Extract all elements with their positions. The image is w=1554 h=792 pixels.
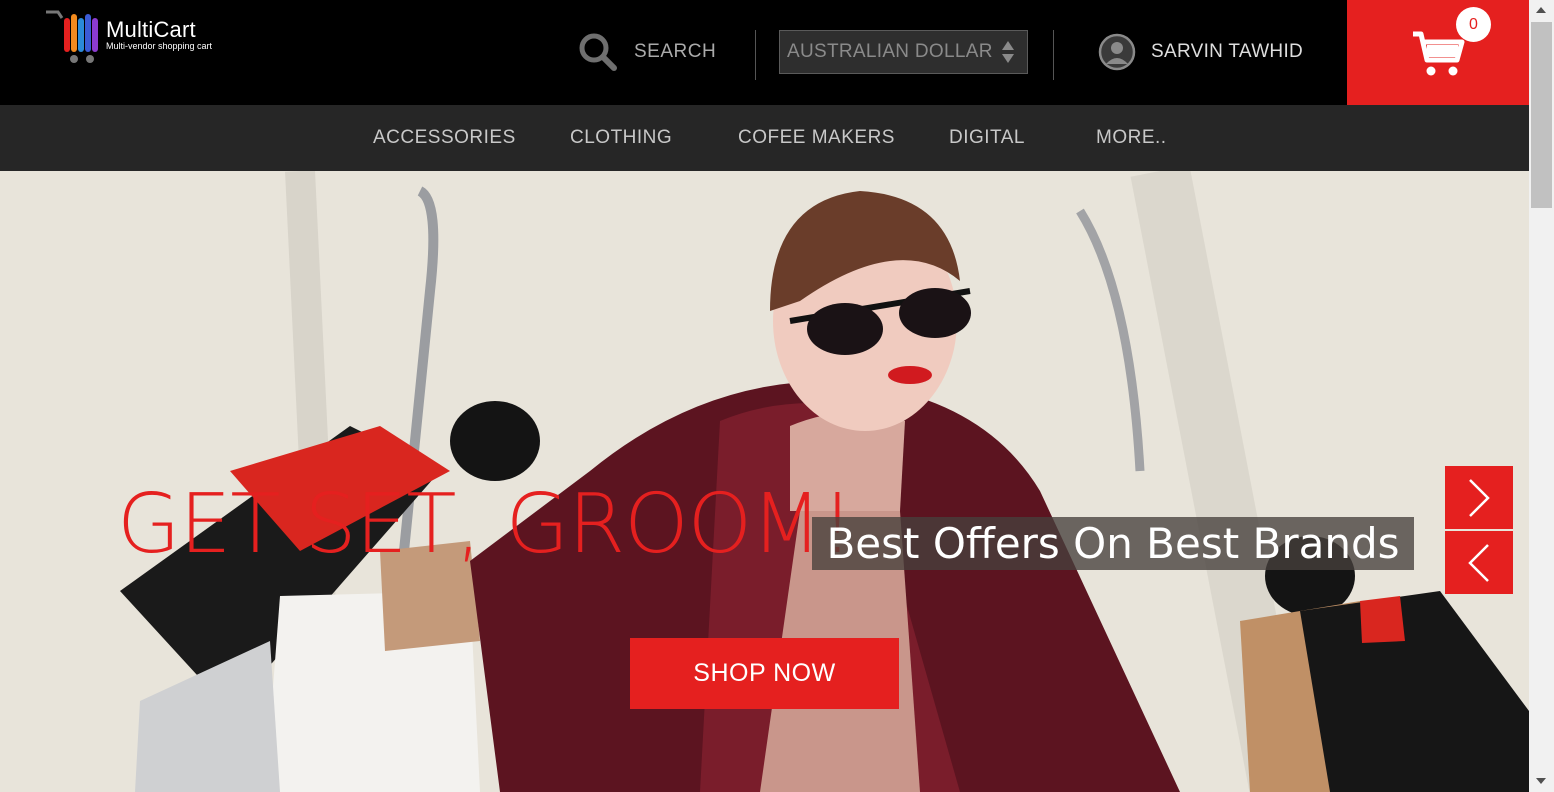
shop-now-button[interactable]: SHOP NOW [630, 638, 899, 709]
nav-item-cofee-makers[interactable]: COFEE MAKERS [738, 105, 895, 171]
top-header: MultiCart Multi-vendor shopping cart SEA… [0, 0, 1529, 105]
nav-item-clothing[interactable]: CLOTHING [570, 105, 672, 171]
logo[interactable]: MultiCart Multi-vendor shopping cart [44, 8, 224, 68]
header-divider [755, 30, 756, 80]
scroll-up-arrow-icon[interactable] [1536, 7, 1546, 13]
hero-subheadline: Best Offers On Best Brands [812, 517, 1414, 570]
category-nav: ACCESSORIES CLOTHING COFEE MAKERS DIGITA… [0, 105, 1529, 171]
chevron-right-icon [1469, 478, 1490, 517]
header-divider [1053, 30, 1054, 80]
select-arrows-icon [1002, 41, 1014, 63]
cart-button[interactable] [1347, 0, 1529, 105]
search-icon [579, 33, 617, 71]
search-button[interactable]: SEARCH [578, 30, 716, 74]
search-label: SEARCH [634, 41, 717, 62]
user-name: SARVIN TAWHID [1151, 41, 1304, 62]
logo-subtitle: Multi-vendor shopping cart [106, 41, 213, 51]
currency-selected-value: AUSTRALIAN DOLLAR [787, 41, 993, 62]
shopping-cart-icon [1413, 31, 1465, 76]
user-avatar-icon [1098, 33, 1136, 71]
page-scrollbar[interactable] [1529, 0, 1554, 792]
chevron-left-icon [1468, 543, 1489, 582]
nav-item-more[interactable]: MORE.. [1096, 105, 1167, 171]
nav-item-accessories[interactable]: ACCESSORIES [373, 105, 516, 171]
user-account[interactable]: SARVIN TAWHID [1098, 33, 1303, 71]
scroll-thumb[interactable] [1531, 22, 1552, 208]
nav-item-digital[interactable]: DIGITAL [949, 105, 1025, 171]
scroll-down-arrow-icon[interactable] [1536, 778, 1546, 784]
slider-next-button[interactable] [1445, 466, 1513, 529]
slider-prev-button[interactable] [1445, 531, 1513, 594]
hero-slider: GET SET, GROOM! Best Offers On Best Bran… [0, 171, 1529, 792]
hero-headline: GET SET, GROOM! [117, 477, 854, 572]
cart-count-badge: 0 [1456, 7, 1491, 42]
currency-select[interactable]: AUSTRALIAN DOLLAR [779, 30, 1028, 74]
logo-title: MultiCart [106, 17, 196, 42]
logo-cart-icon [46, 10, 98, 63]
